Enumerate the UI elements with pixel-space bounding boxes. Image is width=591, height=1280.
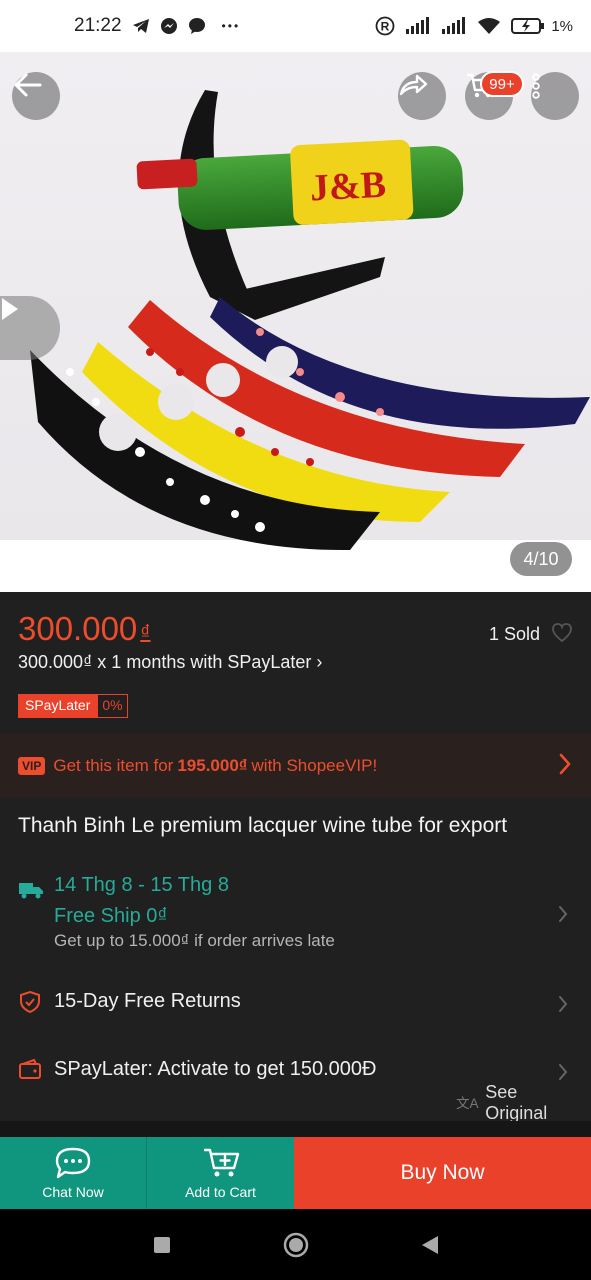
spaylater-chevron-icon[interactable] <box>557 1062 569 1082</box>
shipping-dates: 14 Thg 8 - 15 Thg 8 <box>54 874 229 896</box>
add-to-cart-button[interactable]: Add to Cart <box>147 1137 294 1209</box>
chat-now-button[interactable]: Chat Now <box>0 1137 147 1209</box>
more-vertical-icon <box>532 73 540 99</box>
free-ship-label: Free Ship 0₫ <box>54 905 168 927</box>
status-time: 21:22 <box>74 15 122 36</box>
recents-icon[interactable] <box>152 1235 172 1255</box>
system-nav-bar <box>0 1209 591 1280</box>
back-nav-icon[interactable] <box>420 1234 440 1256</box>
see-original-label: See Original <box>485 1082 548 1123</box>
heart-icon[interactable] <box>551 622 573 644</box>
price-value: 300.000 <box>18 610 138 647</box>
status-bar: 21:22 ••• R 1% <box>0 0 591 52</box>
translate-icon: 文A <box>456 1096 479 1111</box>
svg-text:R: R <box>381 20 390 34</box>
battery-percent: 1% <box>551 17 573 35</box>
installment-link[interactable]: 300.000₫ x 1 months with SPayLater › <box>18 652 322 673</box>
registered-icon: R <box>375 16 395 36</box>
add-to-cart-icon <box>203 1148 239 1177</box>
messenger-icon <box>160 17 178 35</box>
shopee-vip-offer[interactable]: VIP Get this item for 195.000₫ with Shop… <box>0 734 591 798</box>
share-button[interactable] <box>398 72 446 120</box>
spaylater-badge-rate: 0% <box>97 694 128 718</box>
vip-text-suffix: with ShopeeVIP! <box>251 756 378 775</box>
product-image-gallery[interactable]: J&B 99+ 4/10 <box>0 52 591 592</box>
back-button[interactable] <box>12 72 60 120</box>
chat-bubble-icon <box>188 17 206 35</box>
vip-tag: VIP <box>18 757 46 775</box>
product-photo: J&B <box>0 52 591 592</box>
returns-chevron-icon[interactable] <box>557 994 569 1014</box>
shield-check-icon <box>20 990 40 1014</box>
chat-icon <box>55 1147 91 1179</box>
product-title: Thanh Binh Le premium lacquer wine tube … <box>18 814 508 837</box>
spaylater-badge-label: SPayLater <box>18 694 98 718</box>
wallet-icon <box>19 1058 41 1079</box>
add-to-cart-label: Add to Cart <box>185 1184 256 1200</box>
vip-text-prefix: Get this item for <box>53 756 174 775</box>
telegram-icon <box>132 18 150 34</box>
price: 300.000 ₫ <box>18 610 151 648</box>
section-divider <box>0 1121 591 1137</box>
arrow-left-icon <box>14 73 42 97</box>
home-icon[interactable] <box>282 1231 310 1259</box>
svg-text:文A: 文A <box>456 1096 479 1111</box>
image-page-indicator: 4/10 <box>510 542 572 576</box>
cart-count-badge: 99+ <box>480 71 524 97</box>
delivery-truck-icon <box>19 883 43 899</box>
chat-now-label: Chat Now <box>42 1184 104 1200</box>
more-notifications-icon: ••• <box>221 19 241 33</box>
play-icon <box>2 298 18 320</box>
buy-now-button[interactable]: Buy Now <box>294 1137 591 1209</box>
price-currency: ₫ <box>140 622 151 644</box>
chevron-right-icon <box>559 753 571 775</box>
shipping-chevron-icon[interactable] <box>557 904 569 924</box>
spaylater-promo-row[interactable]: SPayLater: Activate to get 150.000Đ <box>54 1058 376 1081</box>
bottom-action-bar: Chat Now Add to Cart Buy Now <box>0 1137 591 1209</box>
battery-icon <box>511 17 545 35</box>
more-options-button[interactable] <box>531 72 579 120</box>
svg-text:J&B: J&B <box>309 164 387 210</box>
wifi-icon <box>477 17 501 35</box>
spaylater-badge: SPayLater 0% <box>18 694 128 718</box>
product-info: 300.000 ₫ 1 Sold 300.000₫ x 1 months wit… <box>0 592 591 1137</box>
see-original-button[interactable]: 文A See Original <box>446 1082 591 1123</box>
free-returns-row[interactable]: 15-Day Free Returns <box>54 990 241 1013</box>
share-icon <box>399 74 428 96</box>
vip-price: 195.000₫ <box>177 756 248 775</box>
signal-icon <box>405 17 431 35</box>
late-delivery-note: Get up to 15.000₫ if order arrives late <box>54 931 335 950</box>
signal-icon-2 <box>441 17 467 35</box>
sold-count: 1 Sold <box>489 624 541 644</box>
